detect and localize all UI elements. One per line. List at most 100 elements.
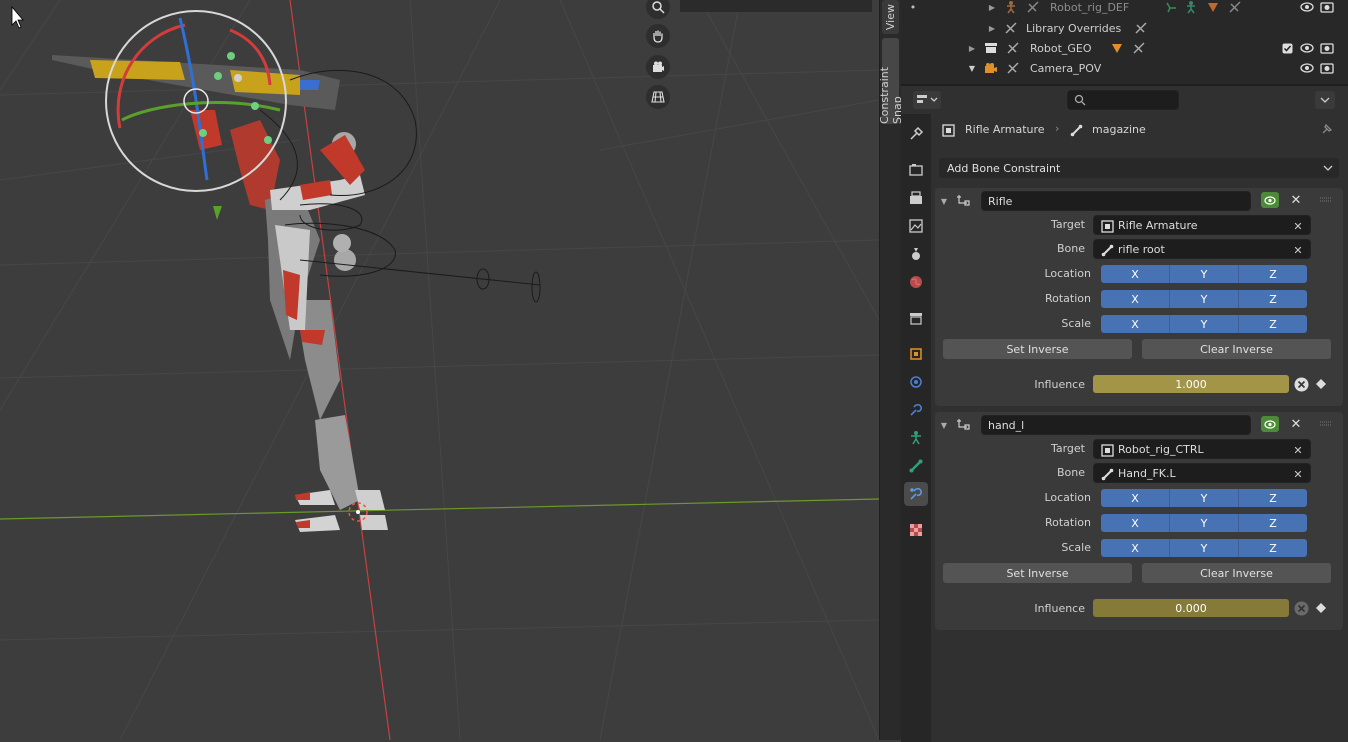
location-z-toggle[interactable]: Z (1239, 489, 1307, 507)
render-camera-icon[interactable] (1319, 38, 1335, 58)
disable-keep-transform-icon[interactable] (1293, 376, 1309, 392)
search-icon (1074, 94, 1086, 106)
perspective-grid-icon[interactable] (646, 85, 670, 109)
collapse-arrow-icon[interactable]: ▼ (939, 194, 949, 208)
clear-bone-icon[interactable]: ✕ (1292, 243, 1304, 257)
tool-icon (910, 126, 924, 140)
tab-world[interactable] (904, 270, 928, 294)
properties-options-button[interactable] (1315, 91, 1335, 109)
render-camera-icon[interactable] (1319, 58, 1335, 78)
location-y-toggle[interactable]: Y (1170, 489, 1239, 507)
collapse-arrow-icon[interactable]: ▼ (967, 58, 977, 78)
eye-icon[interactable] (1299, 58, 1315, 78)
keyframe-icon[interactable] (1315, 377, 1327, 391)
dot-icon: • (909, 0, 917, 14)
tab-modifiers[interactable] (904, 370, 928, 394)
camera-view-icon[interactable] (646, 55, 670, 79)
tab-tool[interactable] (904, 122, 928, 146)
outliner-row-label: Robot_GEO (1030, 41, 1092, 55)
3d-viewport[interactable] (0, 0, 879, 740)
bone-label: Bone (1056, 466, 1085, 479)
tab-collection[interactable] (904, 306, 928, 330)
clear-target-icon[interactable]: ✕ (1292, 219, 1304, 233)
target-field[interactable]: Robot_rig_CTRL ✕ (1093, 439, 1311, 459)
add-bone-constraint-dropdown[interactable]: Add Bone Constraint (939, 158, 1339, 178)
set-inverse-button[interactable]: Set Inverse (943, 563, 1132, 583)
rotation-y-toggle[interactable]: Y (1170, 514, 1239, 532)
rotation-z-toggle[interactable]: Z (1239, 514, 1307, 532)
scale-y-toggle[interactable]: Y (1170, 539, 1239, 557)
camera-object-icon (983, 58, 999, 78)
checkbox-icon[interactable] (1279, 38, 1295, 58)
tab-render[interactable] (904, 158, 928, 182)
influence-slider[interactable]: 1.000 (1093, 375, 1289, 393)
outliner-row[interactable]: ▶ Library Overrides (901, 18, 1348, 38)
expand-arrow-icon[interactable]: ▶ (987, 18, 997, 38)
expand-arrow-icon[interactable]: ▶ (987, 0, 997, 17)
scene-icon (912, 248, 920, 260)
location-x-toggle[interactable]: X (1101, 265, 1170, 283)
rotation-x-toggle[interactable]: X (1101, 290, 1170, 308)
location-axes: X Y Z (1101, 489, 1307, 507)
tab-constraint-snap[interactable]: Constraint Snap (878, 38, 904, 124)
rotation-y-toggle[interactable]: Y (1170, 290, 1239, 308)
tab-view-layer[interactable] (904, 214, 928, 238)
tab-scene[interactable] (904, 242, 928, 266)
influence-slider[interactable]: 0.000 (1093, 599, 1289, 617)
outliner-row[interactable]: • ▶ Robot_rig_DEF (901, 0, 1348, 17)
clear-inverse-button[interactable]: Clear Inverse (1142, 339, 1331, 359)
clear-bone-icon[interactable]: ✕ (1292, 467, 1304, 481)
clear-target-icon[interactable]: ✕ (1292, 443, 1304, 457)
tab-texture[interactable] (904, 518, 928, 542)
chevron-down-icon (1320, 97, 1330, 103)
location-y-toggle[interactable]: Y (1170, 265, 1239, 283)
pan-hand-icon[interactable] (646, 24, 670, 48)
tab-bone-constraints[interactable] (904, 482, 928, 506)
tab-bone[interactable] (904, 454, 928, 478)
scale-label: Scale (1061, 541, 1091, 554)
expand-arrow-icon[interactable]: ▶ (967, 38, 977, 58)
armature-object-icon (1100, 443, 1114, 457)
scale-y-toggle[interactable]: Y (1170, 315, 1239, 333)
constraint-name-field[interactable]: Rifle (981, 191, 1251, 211)
pin-icon[interactable] (1319, 122, 1333, 136)
rotation-x-toggle[interactable]: X (1101, 514, 1170, 532)
eye-icon[interactable] (1261, 192, 1279, 208)
editor-type-button[interactable] (913, 91, 941, 109)
rotation-z-toggle[interactable]: Z (1239, 290, 1307, 308)
location-x-toggle[interactable]: X (1101, 489, 1170, 507)
properties-search-input[interactable] (1067, 90, 1179, 110)
scale-z-toggle[interactable]: Z (1239, 315, 1307, 333)
library-override-icon (1227, 0, 1243, 17)
tab-object-constraints[interactable] (904, 398, 928, 422)
collapse-arrow-icon[interactable]: ▼ (939, 418, 949, 432)
tab-view[interactable]: View (882, 0, 899, 34)
drag-handle-icon[interactable] (1319, 193, 1333, 207)
target-field[interactable]: Rifle Armature ✕ (1093, 215, 1311, 235)
render-camera-icon[interactable] (1319, 0, 1335, 17)
clear-inverse-button[interactable]: Clear Inverse (1142, 563, 1331, 583)
location-z-toggle[interactable]: Z (1239, 265, 1307, 283)
outliner-row[interactable]: ▶ Robot_GEO (901, 38, 1348, 58)
bone-field[interactable]: Hand_FK.L ✕ (1093, 463, 1311, 483)
outliner-row[interactable]: ▼ Camera_POV (901, 58, 1348, 78)
library-override-icon (1133, 18, 1149, 38)
eye-icon[interactable] (1299, 38, 1315, 58)
delete-constraint-icon[interactable]: ✕ (1289, 417, 1303, 432)
bone-field[interactable]: rifle root ✕ (1093, 239, 1311, 259)
eye-icon[interactable] (1299, 0, 1315, 17)
disable-keep-transform-icon[interactable] (1293, 600, 1309, 616)
scale-z-toggle[interactable]: Z (1239, 539, 1307, 557)
keyframe-icon[interactable] (1315, 601, 1327, 615)
scale-x-toggle[interactable]: X (1101, 539, 1170, 557)
outliner-row-label: Camera_POV (1030, 61, 1102, 75)
scale-x-toggle[interactable]: X (1101, 315, 1170, 333)
delete-constraint-icon[interactable]: ✕ (1289, 193, 1303, 208)
tab-object[interactable] (904, 342, 928, 366)
tab-output[interactable] (904, 186, 928, 210)
constraint-name-field[interactable]: hand_l (981, 415, 1251, 435)
tab-armature-data[interactable] (904, 426, 928, 450)
drag-handle-icon[interactable] (1319, 417, 1333, 431)
set-inverse-button[interactable]: Set Inverse (943, 339, 1132, 359)
eye-icon[interactable] (1261, 416, 1279, 432)
